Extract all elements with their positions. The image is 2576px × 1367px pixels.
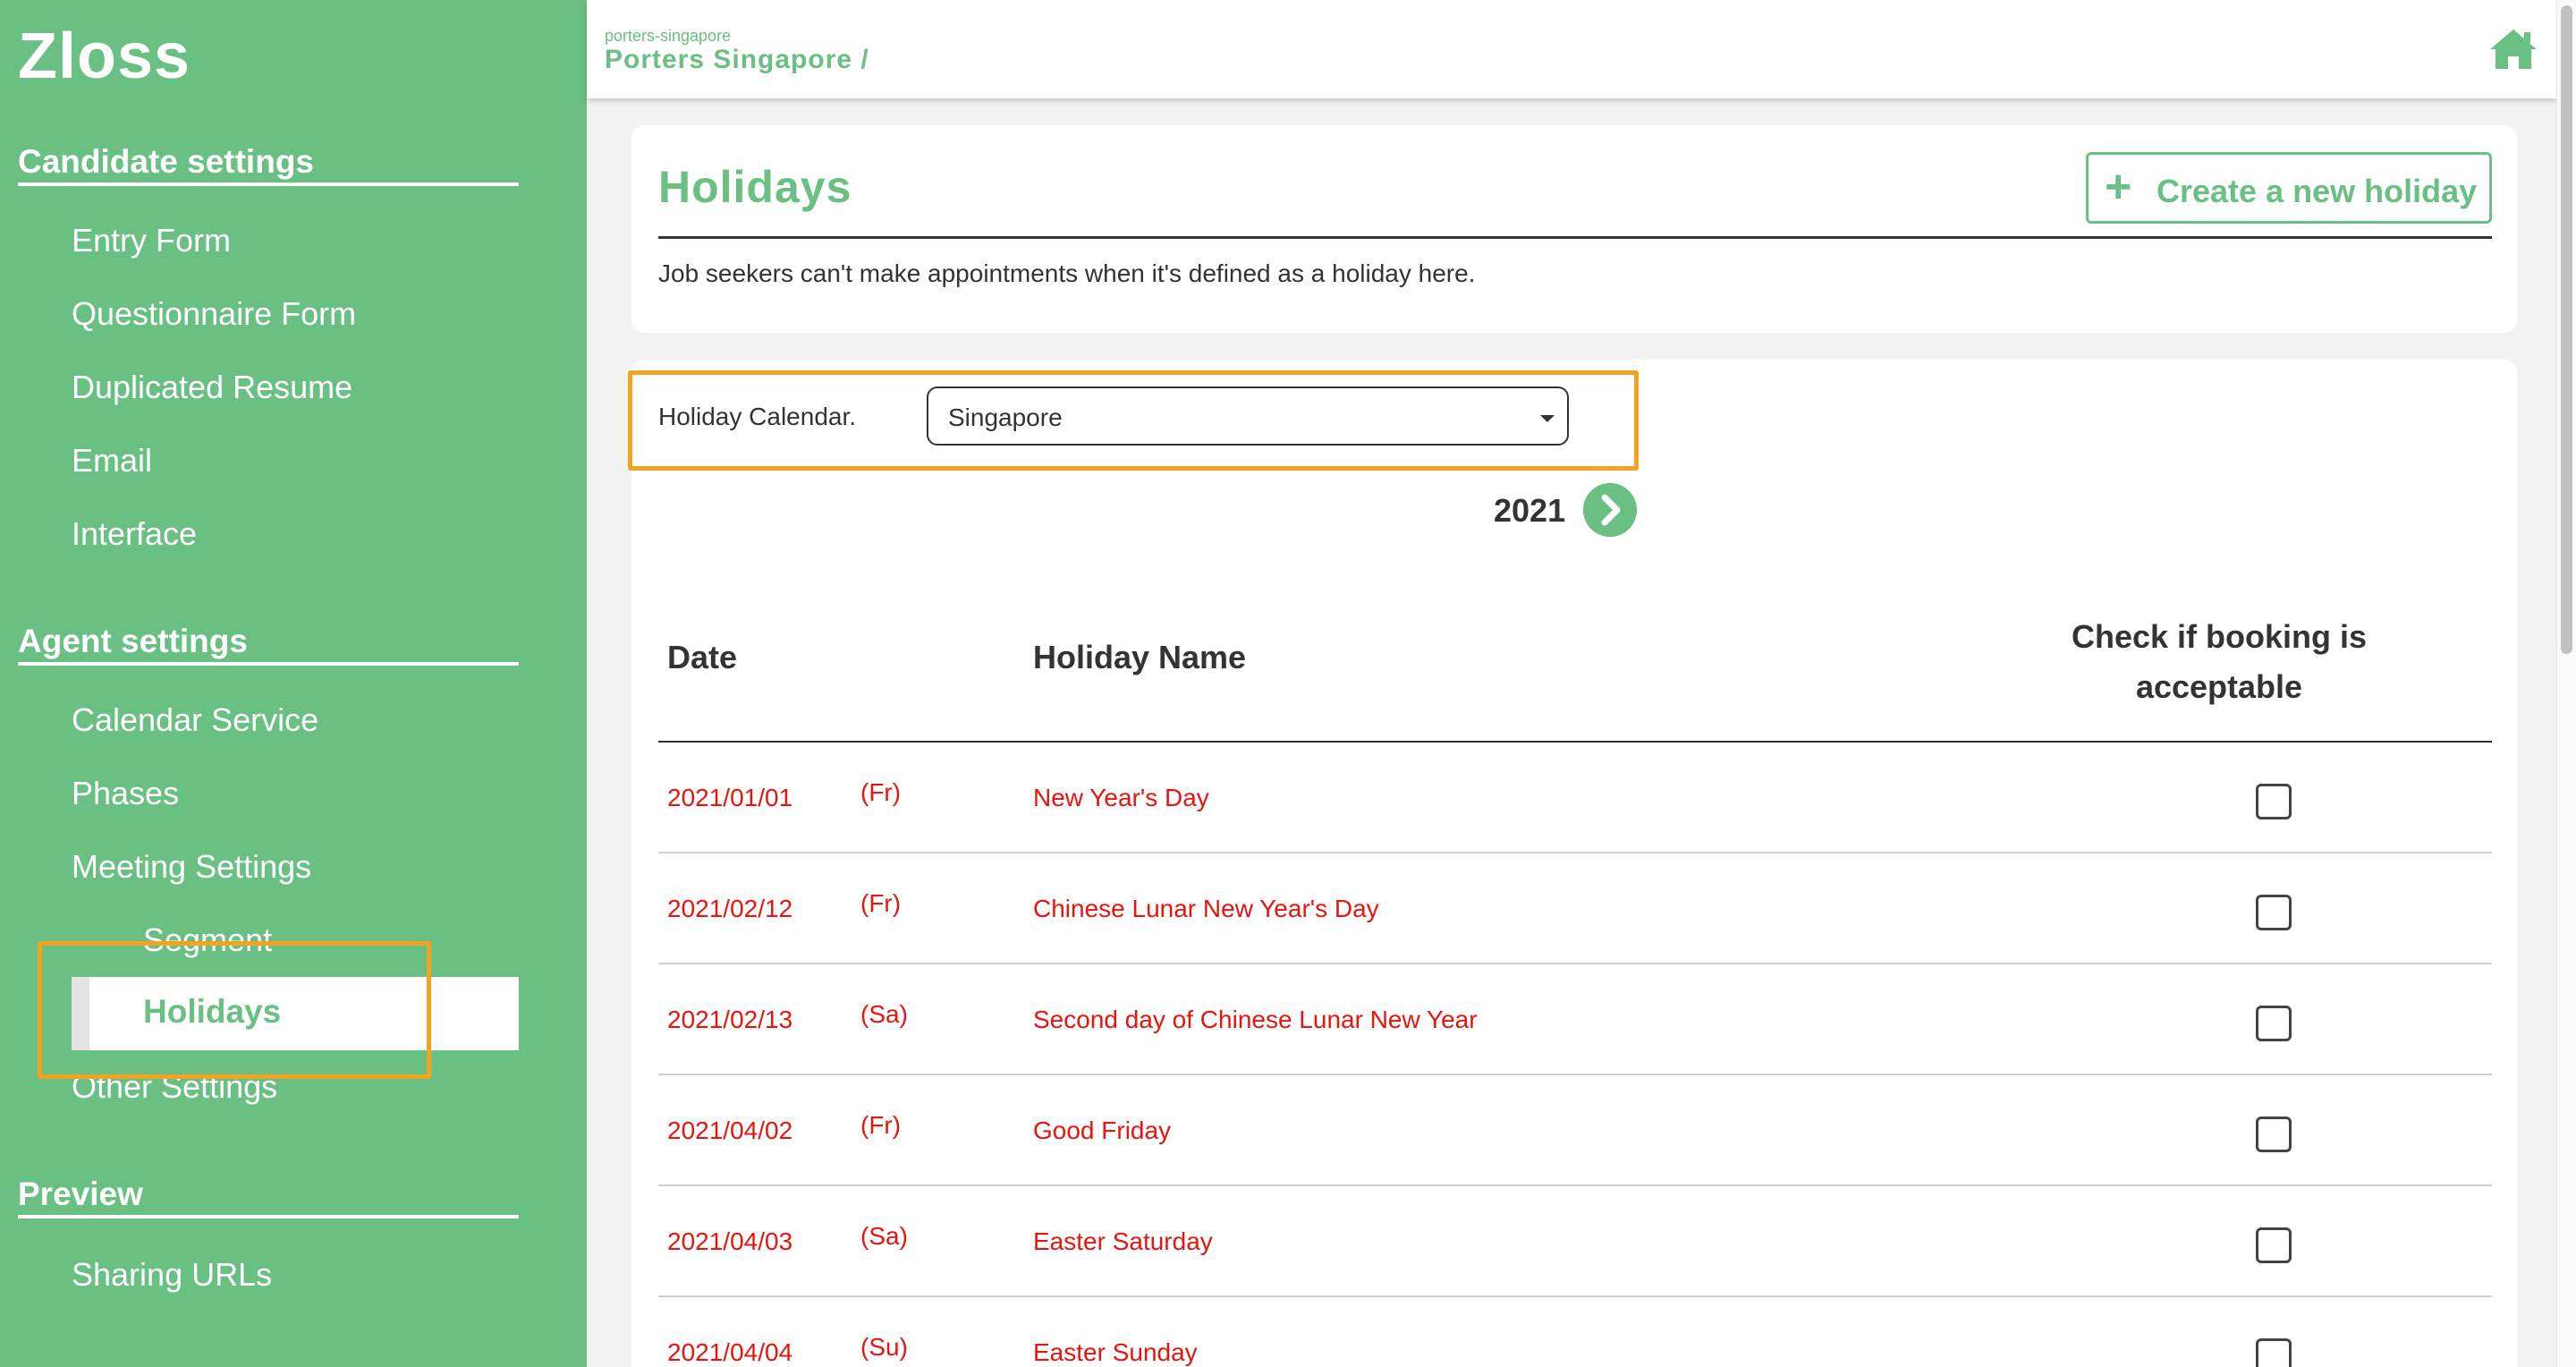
- holiday-name: Good Friday: [1033, 1117, 1172, 1144]
- brand-logo: Zloss: [18, 21, 191, 92]
- column-header-booking-acceptable: Check if booking is acceptable: [2063, 612, 2376, 712]
- create-holiday-label: Create a new holiday: [2157, 173, 2478, 209]
- table-row: 2021/04/04 (Su) Easter Sunday: [658, 1297, 2492, 1367]
- page-description: Job seekers can't make appointments when…: [658, 259, 1476, 287]
- highlight-box-calendar: [628, 370, 1639, 471]
- sidebar-item-email[interactable]: Email: [72, 442, 152, 480]
- booking-acceptable-checkbox[interactable]: [2256, 1338, 2292, 1367]
- holiday-name: Easter Sunday: [1033, 1338, 1198, 1366]
- scrollbar[interactable]: [2556, 0, 2576, 1367]
- next-year-button[interactable]: [1583, 483, 1637, 537]
- holiday-date: 2021/04/04: [667, 1338, 793, 1366]
- page-title: Holidays: [658, 162, 852, 212]
- table-row: 2021/01/01 (Fr) New Year's Day: [658, 743, 2492, 853]
- sidebar-item-phases[interactable]: Phases: [72, 775, 179, 812]
- table-row: 2021/02/12 (Fr) Chinese Lunar New Year's…: [658, 853, 2492, 964]
- table-row: 2021/04/03 (Sa) Easter Saturday: [658, 1186, 2492, 1297]
- sidebar: Zloss Candidate settings Entry Form Ques…: [0, 0, 587, 1367]
- holiday-weekday: (Sa): [860, 1000, 908, 1028]
- highlight-box-holidays: [38, 941, 431, 1079]
- title-divider: [658, 236, 2492, 239]
- table-row: 2021/04/02 (Fr) Good Friday: [658, 1075, 2492, 1186]
- holiday-weekday: (Su): [860, 1333, 908, 1361]
- home-icon[interactable]: [2488, 27, 2538, 72]
- booking-acceptable-checkbox[interactable]: [2256, 1006, 2292, 1041]
- sidebar-item-interface[interactable]: Interface: [72, 515, 197, 553]
- holiday-name: Second day of Chinese Lunar New Year: [1033, 1006, 1478, 1033]
- holiday-name: New Year's Day: [1033, 784, 1209, 811]
- holidays-table-card: Holiday Calendar. Singapore 2021 Date Ho…: [628, 360, 2517, 1367]
- section-title-agent-settings: Agent settings: [18, 623, 519, 666]
- column-header-booking-line1: Check if booking is: [2071, 618, 2368, 655]
- sidebar-item-sharing-urls[interactable]: Sharing URLs: [72, 1256, 272, 1294]
- holiday-date: 2021/02/13: [667, 1006, 793, 1033]
- section-title-preview: Preview: [18, 1176, 519, 1218]
- section-title-candidate-settings: Candidate settings: [18, 143, 519, 186]
- holiday-weekday: (Fr): [860, 1111, 902, 1139]
- column-header-date: Date: [667, 639, 738, 675]
- sidebar-item-meeting-settings[interactable]: Meeting Settings: [72, 848, 311, 886]
- holiday-name: Chinese Lunar New Year's Day: [1033, 895, 1379, 922]
- holiday-date: 2021/04/03: [667, 1227, 793, 1255]
- year-label: 2021: [1494, 492, 1566, 529]
- sidebar-item-questionnaire-form[interactable]: Questionnaire Form: [72, 295, 356, 333]
- holidays-header-card: Holidays + Create a new holiday Job seek…: [631, 125, 2517, 333]
- table-row: 2021/02/13 (Sa) Second day of Chinese Lu…: [658, 964, 2492, 1075]
- holiday-weekday: (Sa): [860, 1222, 908, 1250]
- booking-acceptable-checkbox[interactable]: [2256, 1227, 2292, 1263]
- sidebar-item-calendar-service[interactable]: Calendar Service: [72, 701, 318, 739]
- booking-acceptable-checkbox[interactable]: [2256, 784, 2292, 819]
- breadcrumb[interactable]: Porters Singapore /: [605, 45, 869, 75]
- column-header-booking-line2: acceptable: [2135, 668, 2303, 705]
- create-holiday-button[interactable]: + Create a new holiday: [2086, 152, 2492, 224]
- org-slug: porters-singapore: [605, 27, 732, 45]
- holiday-weekday: (Fr): [860, 778, 902, 806]
- holiday-name: Easter Saturday: [1033, 1227, 1213, 1255]
- sidebar-item-entry-form[interactable]: Entry Form: [72, 222, 231, 259]
- holiday-date: 2021/04/02: [667, 1117, 793, 1144]
- holiday-date: 2021/01/01: [667, 784, 793, 811]
- top-bar: porters-singapore Porters Singapore /: [587, 0, 2556, 98]
- scrollbar-thumb[interactable]: [2561, 5, 2572, 654]
- plus-icon: +: [2105, 161, 2132, 213]
- column-header-holiday-name: Holiday Name: [1033, 639, 1247, 675]
- booking-acceptable-checkbox[interactable]: [2256, 895, 2292, 930]
- booking-acceptable-checkbox[interactable]: [2256, 1117, 2292, 1152]
- holiday-weekday: (Fr): [860, 889, 902, 917]
- sidebar-item-duplicated-resume[interactable]: Duplicated Resume: [72, 369, 352, 406]
- holiday-date: 2021/02/12: [667, 895, 793, 922]
